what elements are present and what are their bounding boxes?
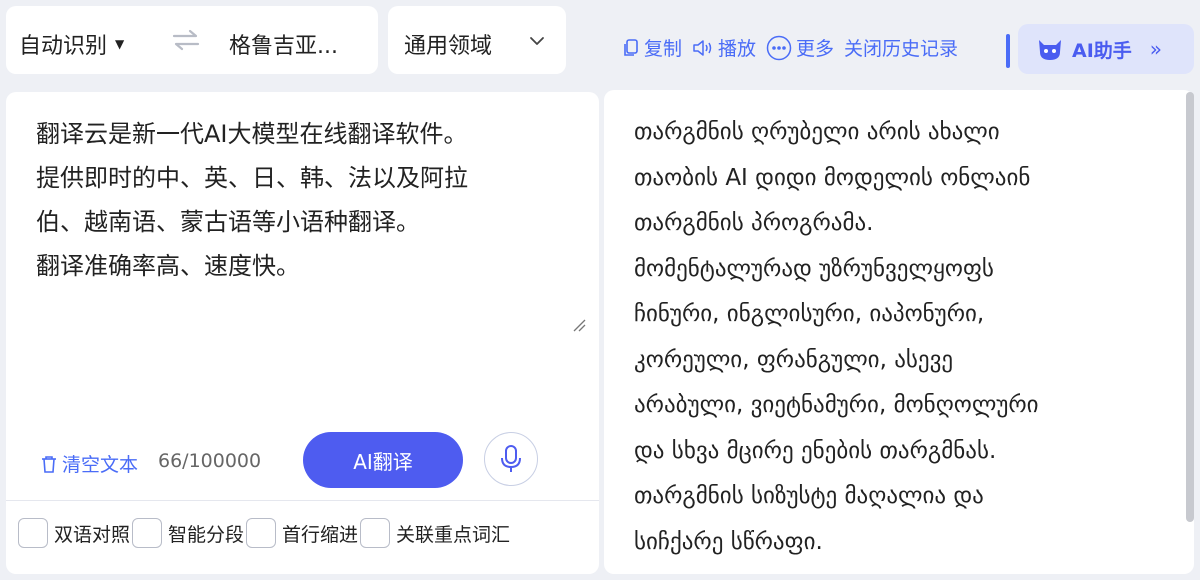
checkbox[interactable] bbox=[360, 518, 391, 548]
option-smart-paragraph[interactable]: 智能分段 bbox=[132, 518, 244, 548]
divider bbox=[6, 500, 599, 501]
play-label: 播放 bbox=[718, 38, 757, 60]
chevron-down-icon bbox=[530, 37, 544, 45]
copy-label: 复制 bbox=[644, 38, 683, 60]
ai-assistant-button[interactable]: AI助手 » bbox=[1018, 24, 1194, 74]
option-first-line-indent[interactable]: 首行缩进 bbox=[246, 518, 358, 548]
source-line: 翻译云是新一代AI大模型在线翻译软件。 bbox=[36, 120, 468, 148]
option-label: 首行缩进 bbox=[282, 523, 359, 546]
close-history-button[interactable]: 关闭历史记录 bbox=[844, 34, 958, 61]
more-icon bbox=[766, 35, 792, 60]
source-text-input[interactable]: 翻译云是新一代AI大模型在线翻译软件。 提供即时的中、英、日、韩、法以及阿拉 伯… bbox=[36, 112, 576, 288]
checkbox[interactable] bbox=[18, 518, 48, 548]
option-label: 双语对照 bbox=[54, 523, 131, 546]
source-line: 伯、越南语、蒙古语等小语种翻译。 bbox=[36, 208, 420, 236]
result-line: თარგმნის პროგრამა. bbox=[634, 210, 874, 236]
swap-icon[interactable] bbox=[170, 28, 202, 52]
trash-icon bbox=[42, 455, 56, 473]
option-label: 关联重点词汇 bbox=[396, 523, 511, 546]
result-line: კორეული, ფრანგული, ასევე bbox=[634, 346, 954, 373]
checkbox[interactable] bbox=[132, 518, 163, 548]
copy-icon bbox=[624, 38, 638, 56]
result-line: და სხვა მცირე ენების თარგმნას. bbox=[634, 437, 997, 464]
domain-label: 通用领域 bbox=[404, 34, 493, 59]
language-selector: 自动识别 ▼ 格鲁吉亚... bbox=[6, 6, 378, 74]
speaker-icon bbox=[693, 39, 712, 56]
clear-text-label: 清空文本 bbox=[62, 454, 139, 476]
character-count: 66/100000 bbox=[158, 450, 262, 472]
result-line: სიჩქარე სწრაფი. bbox=[634, 528, 823, 555]
result-line: თაობის AI დიდი მოდელის ონლაინ bbox=[634, 164, 1031, 191]
option-label: 智能分段 bbox=[168, 523, 245, 546]
caret-down-icon: ▼ bbox=[115, 37, 125, 51]
result-panel: თარგმნის ღრუბელი არის ახალი თაობის AI დი… bbox=[604, 90, 1194, 574]
checkbox[interactable] bbox=[246, 518, 277, 548]
source-line: 翻译准确率高、速度快。 bbox=[36, 252, 300, 280]
copy-button[interactable]: 复制 bbox=[622, 34, 682, 61]
resize-handle-icon[interactable] bbox=[572, 318, 586, 332]
result-line: თარგმნის სიზუსტე მაღალია და bbox=[634, 483, 984, 509]
clear-text-button[interactable]: 清空文本 bbox=[40, 450, 138, 477]
close-history-label: 关闭历史记录 bbox=[844, 38, 959, 60]
source-language-label: 自动识别 bbox=[19, 34, 108, 59]
result-line: არაბული, ვიეტნამური, მონღოლური bbox=[634, 392, 1039, 418]
result-toolbar: 复制 播放 更多 关闭历史记录 bbox=[622, 34, 958, 61]
more-button[interactable]: 更多 bbox=[766, 34, 834, 61]
domain-dropdown[interactable]: 通用领域 bbox=[388, 6, 566, 74]
double-chevron-right-icon: » bbox=[1149, 37, 1163, 61]
option-key-terms[interactable]: 关联重点词汇 bbox=[360, 518, 510, 548]
target-language-dropdown[interactable]: 格鲁吉亚... bbox=[229, 28, 338, 60]
action-row: 清空文本 66/100000 AI翻译 bbox=[6, 430, 599, 490]
result-line: თარგმნის ღრუბელი არის ახალი bbox=[634, 119, 1000, 145]
microphone-icon bbox=[501, 445, 521, 472]
toolbar-divider bbox=[1006, 34, 1010, 68]
option-bilingual[interactable]: 双语对照 bbox=[18, 518, 130, 548]
ai-translate-button[interactable]: AI翻译 bbox=[303, 432, 463, 488]
translation-result: თარგმნის ღრუბელი არის ახალი თაობის AI დი… bbox=[634, 110, 1164, 565]
translation-options: 双语对照 智能分段 首行缩进 关联重点词汇 bbox=[18, 518, 512, 548]
more-label: 更多 bbox=[796, 38, 835, 60]
result-line: ჩინური, ინგლისური, იაპონური, bbox=[634, 301, 985, 327]
ai-assistant-label: AI助手 bbox=[1072, 39, 1132, 62]
microphone-button[interactable] bbox=[484, 432, 538, 486]
source-panel: 翻译云是新一代AI大模型在线翻译软件。 提供即时的中、英、日、韩、法以及阿拉 伯… bbox=[6, 92, 599, 574]
play-button[interactable]: 播放 bbox=[692, 34, 756, 61]
robot-cat-icon bbox=[1039, 40, 1061, 60]
scrollbar[interactable] bbox=[1186, 92, 1194, 522]
source-language-dropdown[interactable]: 自动识别 ▼ bbox=[19, 28, 124, 60]
source-line: 提供即时的中、英、日、韩、法以及阿拉 bbox=[36, 164, 468, 192]
result-line: მომენტალურად უზრუნველყოფს bbox=[634, 255, 994, 282]
